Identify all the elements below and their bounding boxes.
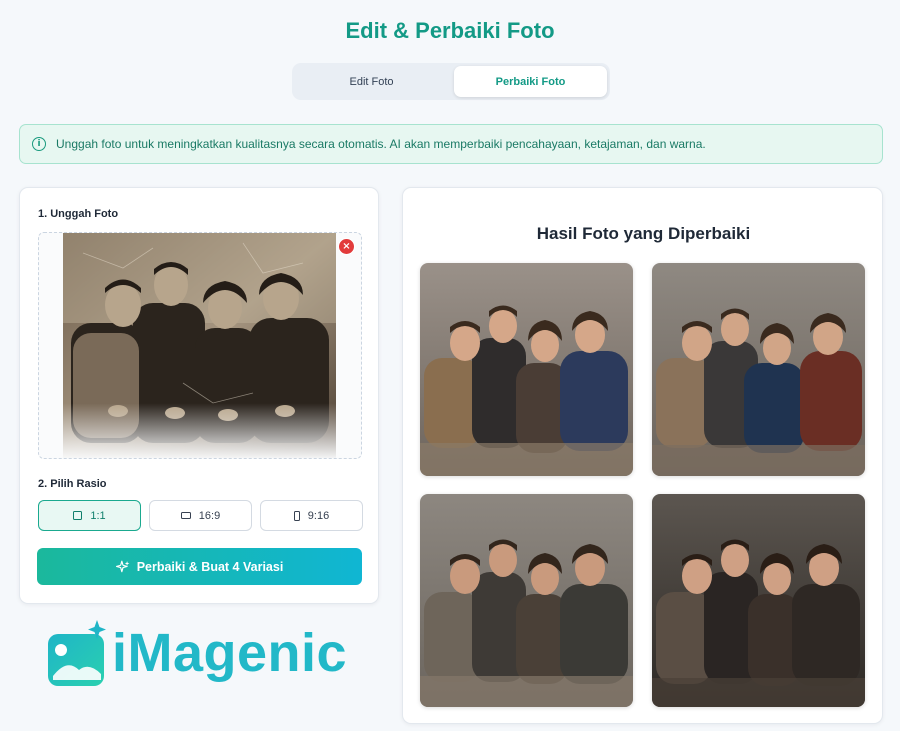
ratio-label: 2. Pilih Rasio — [38, 478, 107, 490]
result-image-4[interactable] — [652, 494, 865, 707]
brand-logo: iMagenic — [45, 618, 350, 693]
result-image-2[interactable] — [652, 263, 865, 476]
results-panel: Hasil Foto yang Diperbaiki — [402, 187, 883, 724]
ratio-option-label: 9:16 — [307, 509, 330, 522]
tab-edit-foto[interactable]: Edit Foto — [295, 66, 448, 97]
landscape-icon — [180, 512, 191, 519]
upload-dropzone[interactable]: × — [38, 232, 362, 459]
results-title: Hasil Foto yang Diperbaiki — [536, 224, 751, 243]
tab-perbaiki-foto[interactable]: Perbaiki Foto — [454, 66, 607, 97]
info-text: Unggah foto untuk meningkatkan kualitasn… — [56, 137, 706, 151]
ratio-option-label: 1:1 — [90, 509, 106, 522]
tab-bar: Edit Foto Perbaiki Foto — [292, 63, 610, 100]
result-image-1[interactable] — [420, 263, 633, 476]
ratio-option-label: 16:9 — [198, 509, 221, 522]
enhance-button-label: Perbaiki & Buat 4 Variasi — [136, 559, 284, 574]
portrait-icon — [293, 510, 300, 521]
square-icon — [73, 511, 83, 520]
close-icon[interactable]: × — [338, 238, 355, 255]
enhance-button[interactable]: Perbaiki & Buat 4 Variasi — [37, 548, 362, 585]
info-banner: i Unggah foto untuk meningkatkan kualita… — [19, 124, 883, 164]
brand-name: iMagenic — [112, 623, 348, 683]
result-image-3[interactable] — [420, 494, 633, 707]
uploaded-photo — [63, 233, 336, 458]
logo-icon — [48, 620, 106, 686]
ratio-selector: 1:1 16:9 9:16 — [38, 500, 363, 531]
sparkle-icon — [115, 560, 130, 572]
upload-panel: 1. Unggah Foto × 2. Pilih Rasio 1:1 16:9… — [19, 187, 379, 604]
upload-label: 1. Unggah Foto — [38, 208, 119, 220]
ratio-option-9-16[interactable]: 9:16 — [260, 500, 363, 531]
ratio-option-16-9[interactable]: 16:9 — [149, 500, 252, 531]
ratio-option-1-1[interactable]: 1:1 — [38, 500, 141, 531]
page-title: Edit & Perbaiki Foto — [345, 18, 555, 43]
info-icon: i — [32, 137, 46, 151]
